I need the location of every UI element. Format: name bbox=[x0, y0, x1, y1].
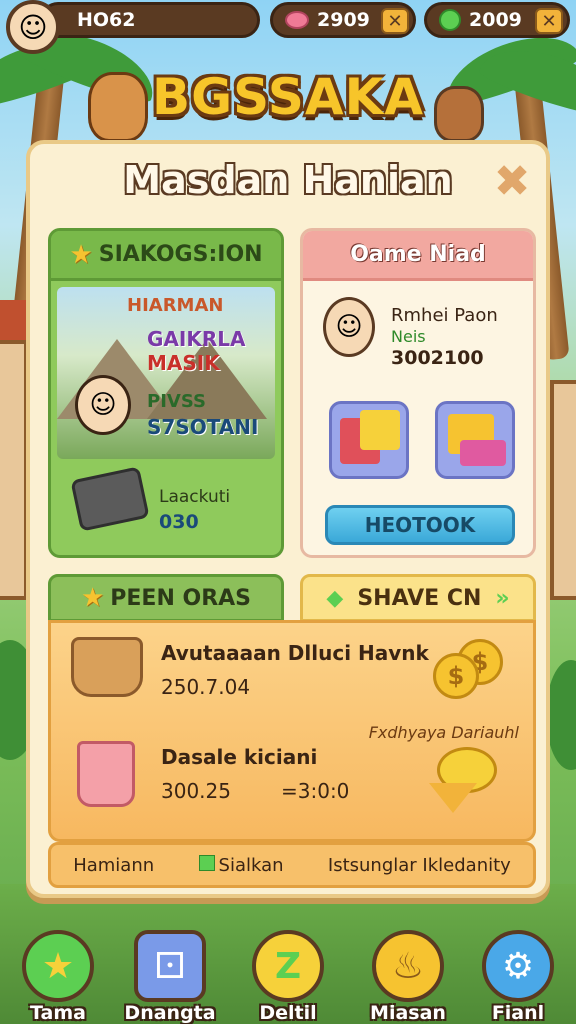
item-value-a: 300.25 bbox=[161, 779, 231, 803]
list-item[interactable]: Dasale kiciani 300.25 =3:0:0 bbox=[51, 723, 533, 823]
pink-gem-icon bbox=[285, 11, 309, 29]
scene-label-5: S7SOTANI bbox=[147, 415, 259, 439]
tab-right-label: SHAVE CN bbox=[357, 585, 482, 611]
right-card-header: Oame Niad bbox=[303, 231, 533, 281]
footer-item-a[interactable]: Hamiann bbox=[73, 855, 154, 876]
right-player-tag: Neis bbox=[391, 327, 426, 346]
green-currency-value: 2009 bbox=[469, 9, 522, 31]
house-right bbox=[550, 380, 576, 600]
nav-item-tama[interactable]: ★ Tama bbox=[8, 930, 108, 1024]
nav-item-fianl[interactable]: ⚙ Fianl bbox=[468, 930, 568, 1024]
phone-icon bbox=[70, 466, 150, 532]
nav-label: Dnangta bbox=[124, 1002, 216, 1024]
bottom-nav: ★ Tama ⚀ Dnangta Z Deltil ♨ Miasan ⚙ Fia… bbox=[0, 930, 576, 1024]
scene-label-2: GAIKRLA bbox=[147, 327, 246, 351]
nav-label: Tama bbox=[30, 1002, 86, 1024]
item-title: Dasale kiciani bbox=[161, 745, 318, 769]
panel-footer: Hamiann Sialkan Istsunglar Ikledanity bbox=[48, 842, 536, 888]
star-icon: ★ bbox=[69, 239, 93, 270]
main-panel: Masdan Hanian ✖ ★ SIAKOGS:ION HIARMAN GA… bbox=[26, 140, 550, 898]
nav-item-deltil[interactable]: Z Deltil bbox=[238, 930, 338, 1024]
scene-label-4: PIVSS bbox=[147, 391, 206, 412]
diamond-icon: ◆ bbox=[326, 585, 344, 611]
left-card-scene: HIARMAN GAIKRLA MASIK PIVSS S7SOTANI ☺ bbox=[57, 287, 275, 459]
ice-cream-icon bbox=[429, 743, 503, 813]
tab-peen-oras[interactable]: ★ PEEN ORAS bbox=[48, 574, 284, 622]
close-icon[interactable]: ✖ bbox=[492, 160, 532, 204]
add-green-currency-button[interactable]: ✕ bbox=[535, 8, 563, 34]
star-icon: ★ bbox=[80, 583, 105, 613]
scene-label-3: MASIK bbox=[147, 351, 220, 375]
coins-icon: $ $ bbox=[433, 639, 511, 701]
nav-label: Fianl bbox=[491, 1002, 545, 1024]
item-value-b: =3:0:0 bbox=[281, 779, 350, 803]
nav-label: Miasan bbox=[370, 1002, 446, 1024]
right-feature-card[interactable]: Oame Niad ☺ Rmhei Paon Neis 3002100 HEOT… bbox=[300, 228, 536, 558]
top-bar: ☺ HO62 2909 ✕ 2009 ✕ bbox=[0, 0, 576, 54]
avatar-face-icon: ☺ bbox=[18, 10, 48, 44]
footer-item-c[interactable]: Istsunglar Ikledanity bbox=[328, 855, 511, 876]
scene-label-1: HIARMAN bbox=[127, 295, 224, 316]
list-item[interactable]: Avutaaaan Dlluci Havnk 250.7.04 $ $ bbox=[51, 623, 533, 723]
nav-label: Deltil bbox=[259, 1002, 317, 1024]
nav-item-miasan[interactable]: ♨ Miasan bbox=[358, 930, 458, 1024]
player-mini-avatar-icon: ☺ bbox=[323, 297, 375, 357]
left-feature-card[interactable]: ★ SIAKOGS:ION HIARMAN GAIKRLA MASIK PIVS… bbox=[48, 228, 284, 558]
reward-list: Avutaaaan Dlluci Havnk 250.7.04 $ $ Fxdh… bbox=[48, 620, 536, 842]
pink-currency-pill: 2909 ✕ bbox=[270, 2, 416, 38]
dice-icon: ⚀ bbox=[134, 930, 206, 1002]
gift-box-icon[interactable] bbox=[435, 401, 515, 479]
panel-title: Masdan Hanian bbox=[123, 158, 453, 202]
left-card-header: ★ SIAKOGS:ION bbox=[51, 231, 281, 281]
add-pink-currency-button[interactable]: ✕ bbox=[381, 8, 409, 34]
left-card-header-label: SIAKOGS:ION bbox=[98, 242, 263, 267]
pink-currency-value: 2909 bbox=[317, 9, 370, 31]
green-gem-icon bbox=[439, 9, 461, 31]
player-avatar[interactable]: ☺ bbox=[6, 0, 60, 54]
right-player-score: 3002100 bbox=[391, 347, 484, 369]
player-name-pill: HO62 bbox=[40, 2, 260, 38]
claim-button[interactable]: HEOTOOK bbox=[325, 505, 515, 545]
right-player-name: Rmhei Paon bbox=[391, 305, 498, 326]
settings-icon: ⚙ bbox=[482, 930, 554, 1002]
tab-left-label: PEEN ORAS bbox=[110, 585, 252, 611]
girl-character-icon: ☺ bbox=[75, 375, 131, 435]
green-currency-pill: 2009 ✕ bbox=[424, 2, 570, 38]
footer-item-b[interactable]: Sialkan bbox=[198, 854, 284, 876]
z-icon: Z bbox=[252, 930, 324, 1002]
nav-item-dnangta[interactable]: ⚀ Dnangta bbox=[120, 930, 220, 1024]
item-title: Avutaaaan Dlluci Havnk bbox=[161, 641, 429, 665]
footer-item-b-label: Sialkan bbox=[218, 854, 284, 876]
drink-cup-icon bbox=[77, 741, 135, 807]
game-title: BGSSAKA bbox=[151, 68, 425, 126]
item-value: 250.7.04 bbox=[161, 675, 251, 699]
gift-box-icon[interactable] bbox=[329, 401, 409, 479]
green-block-icon bbox=[198, 854, 215, 871]
left-item-name: Laackuti bbox=[159, 487, 231, 507]
fruit-basket-icon bbox=[71, 637, 143, 697]
arrow-right-icon: » bbox=[495, 585, 510, 611]
pot-icon: ♨ bbox=[372, 930, 444, 1002]
star-icon: ★ bbox=[22, 930, 94, 1002]
tab-shave-cn[interactable]: ◆ SHAVE CN » bbox=[300, 574, 536, 622]
left-item-value: 030 bbox=[159, 511, 199, 533]
bush bbox=[546, 660, 576, 770]
player-name: HO62 bbox=[77, 9, 136, 31]
house-left bbox=[0, 340, 28, 600]
